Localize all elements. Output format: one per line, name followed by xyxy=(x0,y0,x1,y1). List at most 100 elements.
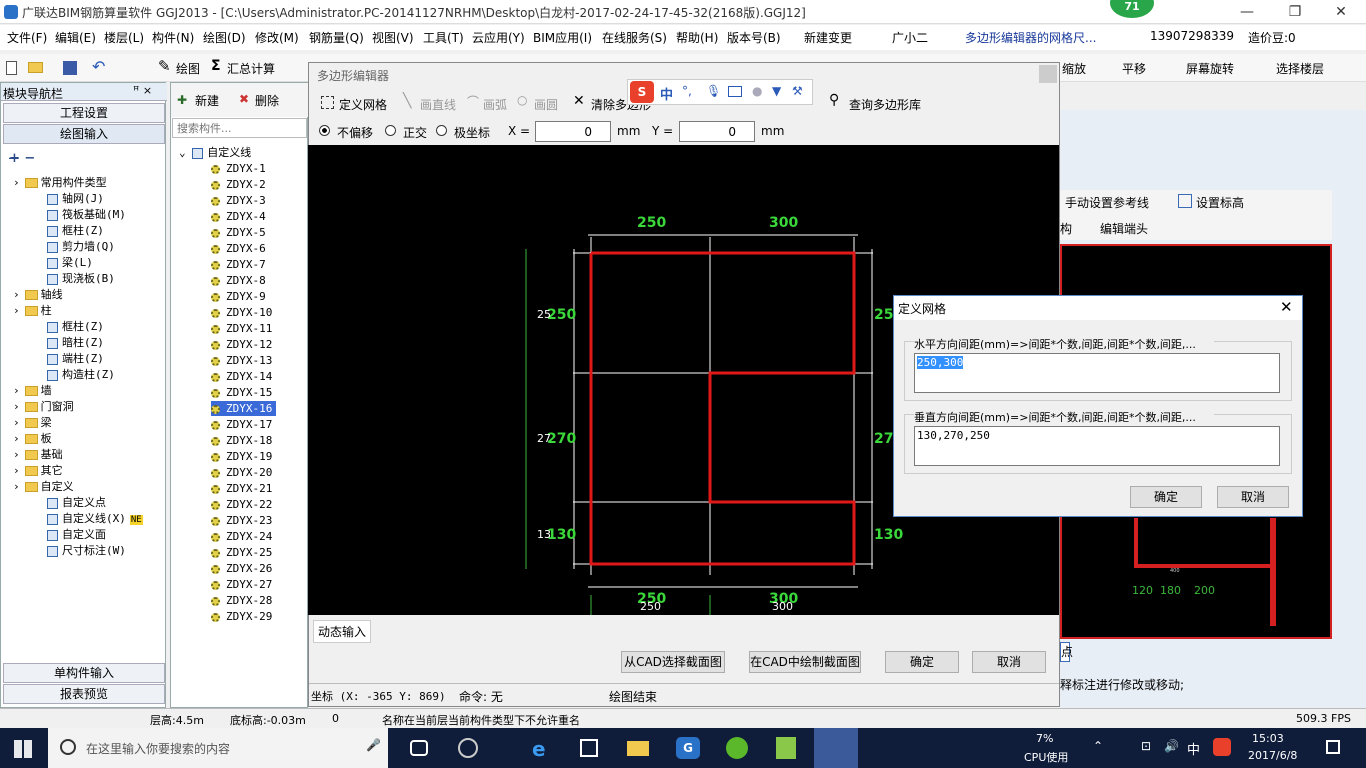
expand-arrow-icon[interactable]: › xyxy=(13,480,20,493)
x-input[interactable]: 0 xyxy=(535,121,611,142)
nav-tree-item[interactable]: › 墙 xyxy=(13,383,52,398)
nav-tree-item[interactable]: 端柱(Z) xyxy=(47,351,104,366)
edit-end-button[interactable]: 编辑端头 xyxy=(1100,220,1148,237)
expand-all-icon[interactable]: +̶ − xyxy=(9,151,35,166)
nav-tree-item[interactable]: 构造柱(Z) xyxy=(47,367,115,382)
wrench-icon[interactable]: ⚒ xyxy=(792,84,803,98)
keyboard-icon[interactable] xyxy=(728,86,742,97)
menu-file[interactable]: 文件(F) xyxy=(7,29,47,46)
menu-cloud[interactable]: 云应用(Y) xyxy=(472,29,525,46)
dialog-cancel-button[interactable]: 取消 xyxy=(1217,486,1289,508)
component-item[interactable]: ZDYX-16 xyxy=(211,401,277,416)
nav-tree-item[interactable]: › 梁 xyxy=(13,415,52,430)
dialog-close-icon[interactable]: ✕ xyxy=(1280,298,1293,316)
component-item[interactable]: ZDYX-28 xyxy=(211,593,272,608)
ime-logo-icon[interactable]: S xyxy=(630,81,654,103)
nav-tree-item[interactable]: 自定义点 xyxy=(47,495,106,510)
menu-draw[interactable]: 绘图(D) xyxy=(203,29,246,46)
nav-tree-item[interactable]: 现浇板(B) xyxy=(47,271,115,286)
sum-button[interactable]: 汇总计算 xyxy=(227,60,275,77)
component-item[interactable]: ZDYX-7 xyxy=(211,257,266,272)
draw-arc-button[interactable]: 画弧 xyxy=(483,96,507,113)
volume-icon[interactable]: 🔊 xyxy=(1164,739,1179,753)
expand-arrow-icon[interactable]: › xyxy=(13,448,20,461)
menu-bim[interactable]: BIM应用(I) xyxy=(533,29,592,46)
right-point-button[interactable]: 点 xyxy=(1060,642,1073,662)
zoom-button[interactable]: 缩放 xyxy=(1062,60,1086,77)
user-phone[interactable]: 13907298339 xyxy=(1150,29,1234,43)
notification-center-icon[interactable] xyxy=(1326,740,1340,754)
component-item[interactable]: ZDYX-29 xyxy=(211,609,272,624)
price-beans[interactable]: 造价豆:0 xyxy=(1248,29,1296,46)
nav-tree-item[interactable]: 梁(L) xyxy=(47,255,93,270)
nav-tree-item[interactable]: › 自定义 xyxy=(13,479,74,494)
draw-line-button[interactable]: 画直线 xyxy=(420,96,456,113)
network-icon[interactable]: ⊡ xyxy=(1141,739,1151,753)
component-item[interactable]: ZDYX-22 xyxy=(211,497,272,512)
expand-arrow-icon[interactable]: › xyxy=(13,176,20,189)
menu-assistant[interactable]: 广小二 xyxy=(892,29,928,46)
menu-modify[interactable]: 修改(M) xyxy=(255,29,299,46)
app-green-icon[interactable] xyxy=(726,737,748,759)
glodon-icon[interactable]: G xyxy=(676,737,700,759)
select-floor-button[interactable]: 选择楼层 xyxy=(1276,60,1324,77)
nav-tree-item[interactable]: › 板 xyxy=(13,431,52,446)
dynamic-input-tab[interactable]: 动态输入 xyxy=(313,620,372,643)
dialog-ok-button[interactable]: 确定 xyxy=(1130,486,1202,508)
menu-version[interactable]: 版本号(B) xyxy=(727,29,781,46)
sogou-tray-icon[interactable] xyxy=(1213,738,1231,756)
editor-cancel-button[interactable]: 取消 xyxy=(972,651,1046,673)
skin-icon[interactable]: ▼ xyxy=(772,84,781,98)
taskbar-search-box[interactable]: 在这里输入你要搜索的内容 🎤 xyxy=(48,728,388,768)
polygon-outline[interactable] xyxy=(589,251,856,566)
single-input-button[interactable]: 单构件输入 xyxy=(3,663,165,683)
cad-draw-button[interactable]: 在CAD中绘制截面图 xyxy=(749,651,861,673)
menu-new-change[interactable]: 新建变更 xyxy=(804,29,852,46)
delete-component-button[interactable]: 删除 xyxy=(255,92,279,109)
manual-ref-button[interactable]: 手动设置参考线 xyxy=(1065,194,1149,211)
menu-floor[interactable]: 楼层(L) xyxy=(104,29,144,46)
component-item[interactable]: ZDYX-25 xyxy=(211,545,272,560)
query-library-button[interactable]: 查询多边形库 xyxy=(849,96,921,113)
draw-circle-button[interactable]: 画圆 xyxy=(534,96,558,113)
app-notes-icon[interactable] xyxy=(776,737,796,759)
component-item[interactable]: ZDYX-10 xyxy=(211,305,272,320)
user-icon[interactable]: ● xyxy=(752,84,762,98)
maximize-button[interactable]: ❐ xyxy=(1280,2,1310,22)
component-item[interactable]: ZDYX-27 xyxy=(211,577,272,592)
component-item[interactable]: ZDYX-11 xyxy=(211,321,272,336)
component-item[interactable]: ZDYX-21 xyxy=(211,481,272,496)
mic-icon[interactable]: 🎙 xyxy=(706,84,721,98)
component-search-input[interactable] xyxy=(172,118,307,138)
nav-tree-item[interactable]: › 常用构件类型 xyxy=(13,175,107,190)
expand-arrow-icon[interactable]: › xyxy=(13,464,20,477)
menu-help[interactable]: 帮助(H) xyxy=(676,29,718,46)
nav-tree-item[interactable]: 尺寸标注(W) xyxy=(47,543,126,558)
nav-tree-item[interactable]: 框柱(Z) xyxy=(47,319,104,334)
open-folder-icon[interactable] xyxy=(28,62,43,73)
drawing-input-button[interactable]: 绘图输入 xyxy=(3,124,165,144)
component-item[interactable]: ZDYX-15 xyxy=(211,385,272,400)
menu-online[interactable]: 在线服务(S) xyxy=(602,29,667,46)
undo-icon[interactable]: ↶ xyxy=(92,57,105,76)
nav-tree-item[interactable]: › 其它 xyxy=(13,463,63,478)
pin-icon[interactable]: ꟸ × xyxy=(133,84,152,97)
component-item[interactable]: ZDYX-19 xyxy=(211,449,272,464)
component-item[interactable]: ZDYX-2 xyxy=(211,177,266,192)
ime-indicator[interactable]: 中 xyxy=(1187,739,1200,758)
nav-tree-item[interactable]: 轴网(J) xyxy=(47,191,104,206)
nav-tree-item[interactable]: 自定义线(X) NE xyxy=(47,511,143,526)
ime-punct[interactable]: °, xyxy=(682,84,692,98)
new-file-icon[interactable] xyxy=(6,61,17,75)
app-active-icon[interactable] xyxy=(814,728,858,768)
component-item[interactable]: ZDYX-3 xyxy=(211,193,266,208)
task-view-icon[interactable] xyxy=(410,740,428,756)
cad-select-button[interactable]: 从CAD选择截面图 xyxy=(621,651,725,673)
component-item[interactable]: ZDYX-23 xyxy=(211,513,272,528)
windows-start-icon[interactable] xyxy=(14,740,32,758)
component-item[interactable]: ZDYX-26 xyxy=(211,561,272,576)
radio-polar[interactable] xyxy=(436,125,447,136)
component-item[interactable]: ZDYX-8 xyxy=(211,273,266,288)
save-icon[interactable] xyxy=(63,61,77,75)
component-root[interactable]: ⌄ 自定义线 xyxy=(179,145,251,160)
